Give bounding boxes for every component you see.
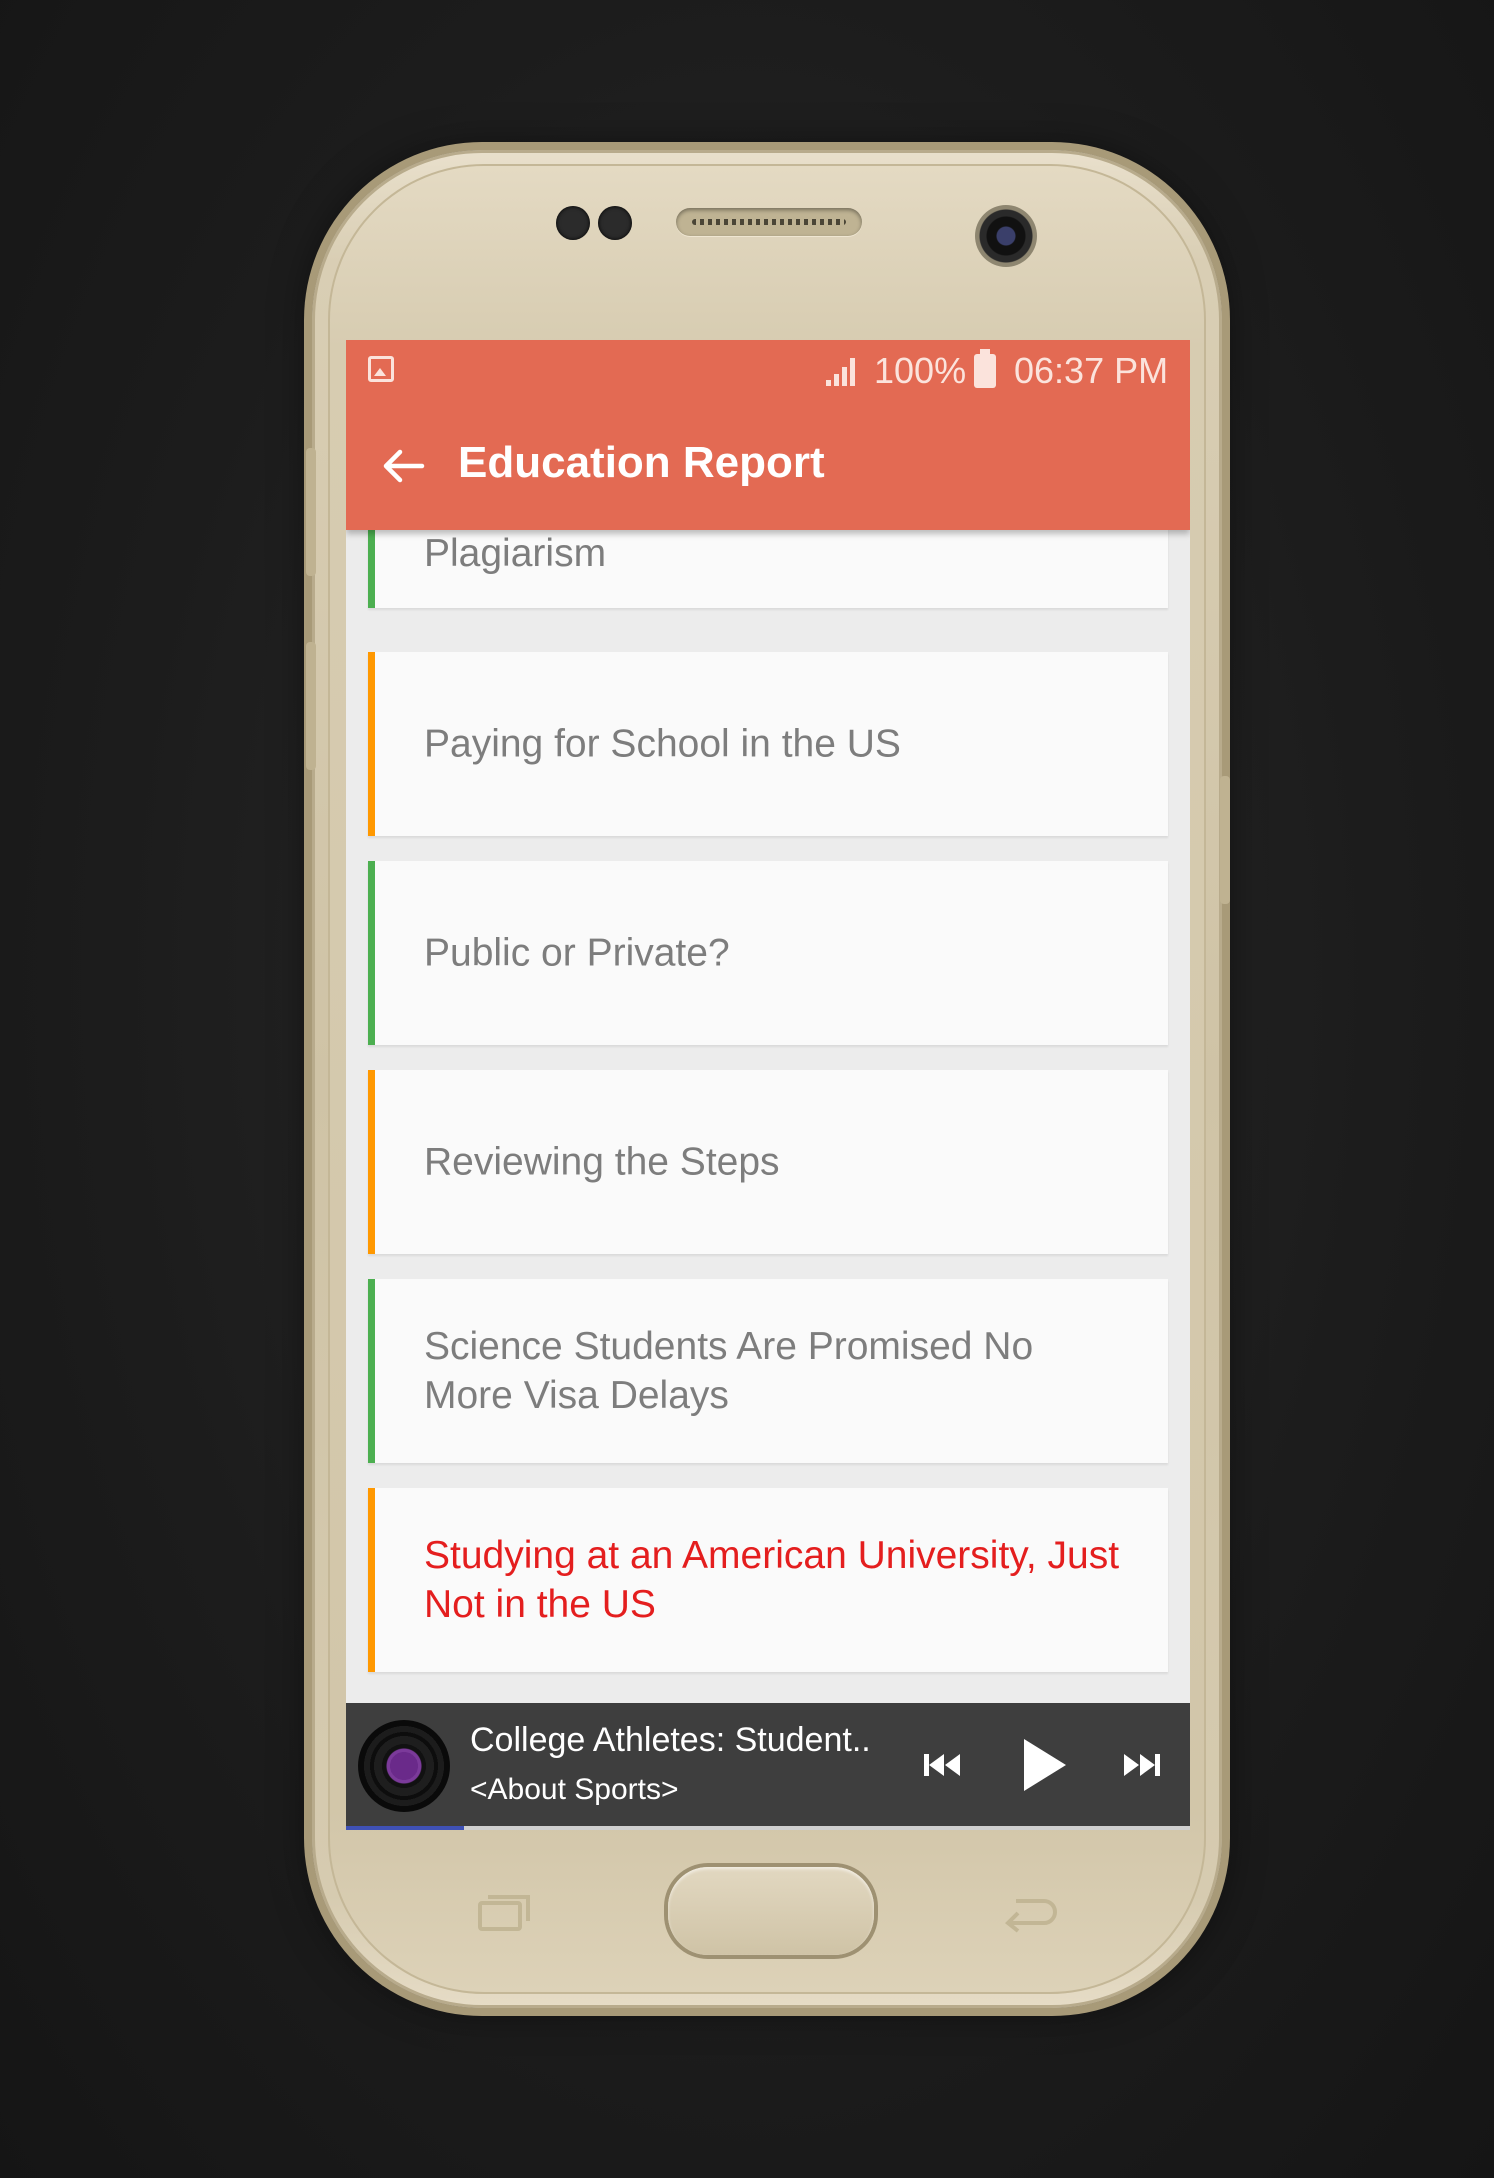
list-item[interactable]: Public or Private? xyxy=(368,861,1168,1045)
track-album: <About Sports> xyxy=(470,1773,679,1806)
list-item-accent xyxy=(368,652,375,836)
list-item-title: Reviewing the Steps xyxy=(424,1140,780,1184)
status-bar: 100% 06:37 PM xyxy=(346,340,1190,402)
list-item-title: Paying for School in the US xyxy=(424,722,901,766)
previous-icon[interactable] xyxy=(920,1739,964,1791)
list-item[interactable]: Reviewing the Steps xyxy=(368,1070,1168,1254)
list-item[interactable]: Science Students Are Promised No More Vi… xyxy=(368,1279,1168,1463)
list-item-accent xyxy=(368,861,375,1045)
list-item-accent xyxy=(368,1070,375,1254)
playback-progress-bar[interactable] xyxy=(346,1826,1190,1830)
page-title: Education Report xyxy=(458,438,825,487)
track-title: College Athletes: Student.. xyxy=(470,1721,871,1759)
next-icon[interactable] xyxy=(1120,1739,1164,1791)
battery-icon xyxy=(974,349,996,388)
power-button xyxy=(1220,776,1230,904)
signal-icon xyxy=(826,358,855,386)
list-item-title: Science Students Are Promised No More Vi… xyxy=(424,1325,1034,1417)
volume-up-button xyxy=(306,448,316,576)
playback-progress-fill xyxy=(346,1826,465,1830)
status-time: 06:37 PM xyxy=(1014,350,1169,391)
list-item-selected[interactable]: Studying at an American University, Just… xyxy=(368,1488,1168,1672)
recent-apps-icon[interactable] xyxy=(476,1893,532,1933)
mini-player[interactable]: College Athletes: Student.. <About Sport… xyxy=(346,1703,1190,1830)
list-item-title: Plagiarism xyxy=(424,532,607,575)
volume-down-button xyxy=(306,642,316,770)
battery-percent: 100% xyxy=(874,350,967,391)
list-item-accent xyxy=(368,1488,375,1672)
list-item-title: Public or Private? xyxy=(424,931,730,975)
album-art-vinyl-icon xyxy=(358,1720,450,1812)
back-arrow-icon[interactable] xyxy=(382,448,426,484)
list-item-title: Studying at an American University, Just… xyxy=(424,1534,1120,1626)
list-item[interactable]: Paying for School in the US xyxy=(368,652,1168,836)
proximity-sensor xyxy=(556,206,590,240)
front-camera xyxy=(975,205,1037,267)
app-screen: Plagiarism Paying for School in the US P… xyxy=(346,340,1190,1830)
light-sensor xyxy=(598,206,632,240)
app-bar: Education Report xyxy=(346,402,1190,530)
back-key-icon[interactable] xyxy=(1002,1893,1058,1933)
play-icon[interactable] xyxy=(1012,1733,1072,1797)
home-button[interactable] xyxy=(668,1867,874,1955)
article-list[interactable]: Plagiarism Paying for School in the US P… xyxy=(346,340,1190,1830)
earpiece-speaker xyxy=(676,208,862,236)
list-item-accent xyxy=(368,1279,375,1463)
image-notification-icon xyxy=(368,356,394,382)
